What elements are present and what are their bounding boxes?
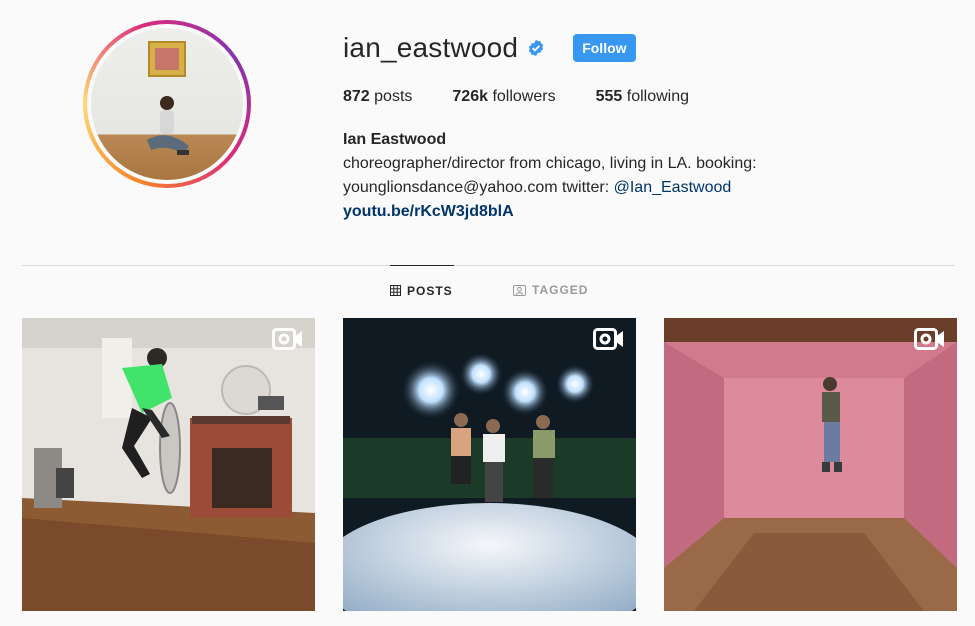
tab-posts[interactable]: POSTS	[390, 265, 454, 315]
post-tile[interactable]	[664, 318, 957, 611]
following-count: 555	[595, 88, 623, 105]
video-icon	[272, 328, 302, 350]
tab-tagged[interactable]: TAGGED	[513, 265, 588, 315]
full-name: Ian Eastwood	[343, 131, 447, 148]
post-thumbnail	[22, 318, 315, 611]
post-tile[interactable]	[22, 318, 315, 611]
avatar-border	[87, 24, 247, 184]
following-stat[interactable]: 555 following	[596, 88, 689, 106]
profile-avatar[interactable]	[83, 20, 251, 188]
avatar-photo	[91, 28, 243, 180]
video-icon	[914, 328, 944, 350]
profile-bio: Ian Eastwood choreographer/director from…	[343, 128, 813, 224]
twitter-handle-link[interactable]: @Ian_Eastwood	[614, 179, 732, 196]
posts-label: posts	[374, 88, 413, 105]
bio-line-1: choreographer/director from chicago, liv…	[343, 155, 757, 172]
username: ian_eastwood	[343, 32, 519, 63]
video-icon	[593, 328, 623, 350]
tab-posts-label: POSTS	[407, 283, 453, 298]
username-row: ian_eastwood Follow	[343, 30, 636, 66]
tabs-divider	[22, 265, 955, 266]
post-thumbnail	[343, 318, 636, 611]
posts-count: 872	[343, 88, 370, 105]
followers-count: 726k	[452, 88, 488, 105]
follow-button[interactable]: Follow	[573, 34, 636, 62]
avatar-illustration	[147, 41, 189, 155]
post-thumbnail	[664, 318, 957, 611]
followers-stat[interactable]: 726k followers	[452, 88, 555, 106]
followers-label: followers	[492, 88, 556, 105]
profile-stats: 872 posts 726k followers 555 following	[343, 88, 729, 106]
bio-email-text: younglionsdance@yahoo.com twitter:	[343, 179, 614, 196]
posts-stat: 872 posts	[343, 88, 412, 106]
post-tile[interactable]	[343, 318, 636, 611]
tagged-person-icon	[513, 284, 526, 296]
verified-badge-icon	[529, 39, 544, 57]
bio-line-2: younglionsdance@yahoo.com twitter: @Ian_…	[343, 176, 813, 200]
bio-website-link[interactable]: youtu.be/rKcW3jd8blA	[343, 203, 514, 220]
following-label: following	[626, 88, 690, 105]
tab-tagged-label: TAGGED	[532, 283, 589, 297]
grid-icon	[390, 285, 401, 296]
profile-header: ian_eastwood Follow	[343, 30, 636, 66]
